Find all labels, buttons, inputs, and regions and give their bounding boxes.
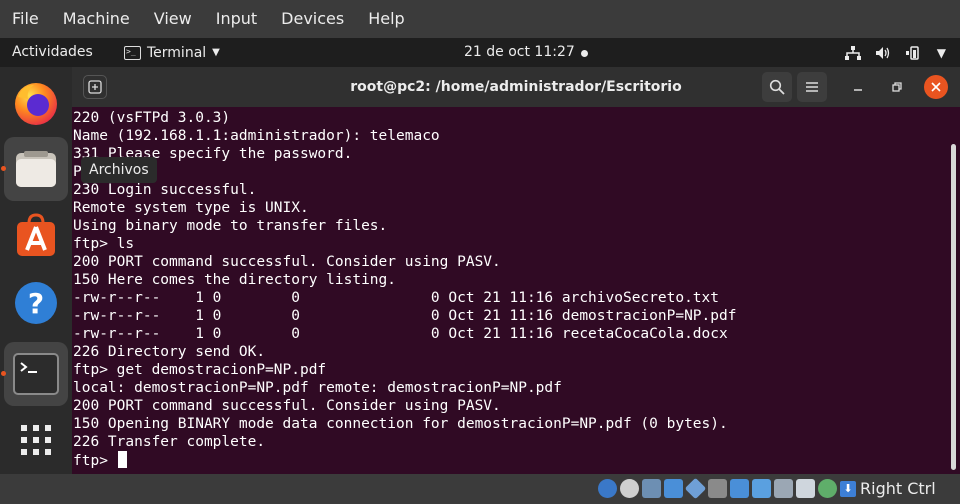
arrow-down-icon: ⬇ [840, 481, 856, 497]
new-tab-icon [88, 80, 102, 94]
terminal-line: ftp> get demostracionP=NP.pdf [73, 362, 327, 378]
terminal-app-icon [13, 353, 59, 395]
new-tab-button[interactable] [83, 75, 107, 99]
vbox-menubar: File Machine View Input Devices Help [0, 0, 960, 38]
search-icon [769, 79, 785, 95]
activities-button[interactable]: Actividades [12, 38, 93, 67]
system-tray[interactable]: ▼ [844, 38, 946, 67]
terminal-lines: 220 (vsFTPd 3.0.3) Name (192.168.1.1:admi… [73, 109, 960, 451]
system-menu-chevron-icon: ▼ [936, 45, 946, 60]
terminal-line: -rw-r--r-- 1 0 0 0 Oct 21 11:16 archivoS… [73, 290, 720, 306]
terminal-line: Password: [73, 163, 960, 181]
dock-item-software[interactable] [4, 204, 68, 268]
cpu-icon[interactable] [774, 479, 793, 498]
dock: ? [0, 67, 72, 474]
menu-devices[interactable]: Devices [269, 0, 356, 38]
app-menu-button[interactable]: >_ Terminal ▼ [124, 38, 220, 67]
hard-disk-icon[interactable] [598, 479, 617, 498]
menu-help[interactable]: Help [356, 0, 416, 38]
minimize-icon [854, 89, 862, 91]
dock-item-firefox[interactable] [4, 71, 68, 135]
terminal-line: -rw-r--r-- 1 0 0 0 Oct 21 11:16 demostra… [73, 308, 737, 324]
folder-icon [16, 151, 56, 187]
restore-icon [892, 82, 902, 92]
network-adapter-icon[interactable] [664, 479, 683, 498]
terminal-line: 150 Here comes the directory listing. [73, 272, 397, 288]
dock-item-terminal[interactable] [1, 342, 68, 406]
scrollbar[interactable] [951, 144, 956, 470]
display-icon[interactable] [730, 479, 749, 498]
terminal-line: 230 Login successful. [73, 182, 257, 198]
menu-file[interactable]: File [0, 0, 51, 38]
terminal-line: 200 PORT command successful. Consider us… [73, 254, 501, 270]
app-menu-label: Terminal [147, 44, 207, 61]
notification-dot-icon [581, 50, 588, 57]
terminal-line: 226 Directory send OK. [73, 344, 266, 360]
terminal-output[interactable]: 220 (vsFTPd 3.0.3) Name (192.168.1.1:admi… [72, 107, 960, 474]
guest-additions-icon[interactable] [818, 479, 837, 498]
dock-tooltip: Archivos [81, 157, 157, 183]
software-store-icon [17, 213, 55, 256]
menu-machine[interactable]: Machine [51, 0, 142, 38]
running-indicator [1, 371, 6, 376]
host-key-label: Right Ctrl [860, 479, 936, 498]
clock[interactable]: 21 de oct 11:27 [464, 38, 575, 67]
network-icon [844, 45, 861, 60]
prompt: ftp> [73, 453, 117, 469]
close-button[interactable] [924, 75, 948, 99]
optical-drive-icon[interactable] [620, 479, 639, 498]
help-icon: ? [15, 282, 57, 324]
gnome-top-bar: Actividades >_ Terminal ▼ 21 de oct 11:2… [0, 38, 960, 67]
terminal-headerbar: root@pc2: /home/administrador/Escritorio [72, 67, 960, 107]
terminal-prompt-line[interactable]: ftp> [73, 451, 960, 469]
maximize-button[interactable] [885, 75, 909, 99]
mouse-integration-icon[interactable] [796, 479, 815, 498]
terminal-line: Name (192.168.1.1:administrador): telema… [73, 128, 440, 144]
menu-button[interactable] [797, 72, 827, 102]
close-icon [931, 82, 941, 92]
video-capture-icon[interactable] [752, 479, 771, 498]
terminal-line: Using binary mode to transfer files. [73, 218, 388, 234]
terminal-line: 331 Please specify the password. [73, 146, 353, 162]
running-indicator [1, 166, 6, 171]
host-key[interactable]: ⬇ Right Ctrl [840, 474, 936, 504]
firefox-icon [15, 83, 57, 125]
minimize-button[interactable] [846, 75, 870, 99]
terminal-line: ftp> ls [73, 236, 135, 252]
volume-icon [875, 46, 889, 59]
dock-item-show-apps[interactable] [4, 408, 68, 472]
terminal-line: local: demostracionP=NP.pdf remote: demo… [73, 380, 562, 396]
dock-item-files[interactable] [1, 137, 68, 201]
terminal-icon: >_ [124, 45, 141, 60]
chevron-down-icon: ▼ [212, 47, 220, 58]
app-grid-icon [21, 425, 51, 455]
dock-item-help[interactable]: ? [4, 271, 68, 335]
menu-view[interactable]: View [142, 0, 204, 38]
terminal-line: Remote system type is UNIX. [73, 200, 309, 216]
terminal-line: 220 (vsFTPd 3.0.3) [73, 110, 231, 126]
hamburger-menu-icon [806, 82, 818, 92]
audio-icon[interactable] [642, 479, 661, 498]
vbox-statusbar: ⬇ Right Ctrl [0, 474, 960, 503]
terminal-line: 150 Opening BINARY mode data connection … [73, 416, 728, 432]
text-cursor [117, 451, 127, 468]
battery-icon [905, 45, 919, 60]
usb-icon[interactable] [684, 477, 707, 500]
search-button[interactable] [762, 72, 792, 102]
vbox-status-icons [598, 477, 837, 500]
terminal-line: 200 PORT command successful. Consider us… [73, 398, 501, 414]
shared-folders-icon[interactable] [708, 479, 727, 498]
terminal-line: -rw-r--r-- 1 0 0 0 Oct 21 11:16 recetaCo… [73, 326, 728, 342]
terminal-line: 226 Transfer complete. [73, 434, 266, 450]
menu-input[interactable]: Input [204, 0, 269, 38]
svg-text:?: ? [28, 287, 44, 320]
